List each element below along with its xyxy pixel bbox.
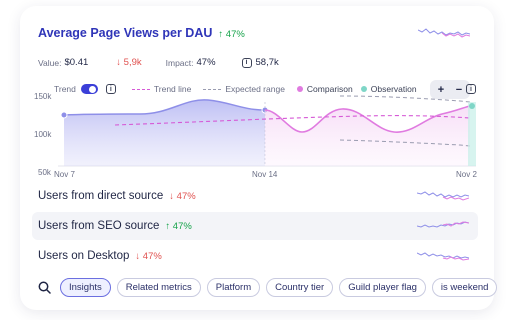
row-label: Users on Desktop [38, 250, 130, 262]
chip-related-metrics[interactable]: Related metrics [116, 277, 201, 297]
observation-band [468, 102, 476, 166]
metric-card: Average Page Views per DAU ↑ 47% Value: … [20, 6, 498, 310]
observation-point[interactable] [469, 103, 475, 109]
x-tick-label: Nov 14 [252, 170, 278, 179]
expected-range-upper [339, 95, 471, 103]
search-icon [38, 281, 51, 294]
list-item[interactable]: Users on Desktop ↓ 47% [32, 242, 478, 270]
main-series-point[interactable] [60, 111, 68, 119]
list-item[interactable]: Users from SEO source ↑ 47% [32, 212, 478, 240]
x-tick-label: Nov 7 [54, 170, 75, 179]
row-delta: ↓ 47% [135, 250, 162, 262]
chip-insights[interactable]: Insights [60, 277, 111, 297]
chip-platform[interactable]: Platform [206, 277, 261, 297]
row-label: Users from direct source [38, 190, 164, 202]
chip-guild-player-flag[interactable]: Guild player flag [339, 277, 426, 297]
row-sparkline [417, 221, 469, 228]
row-sparkline [417, 191, 469, 201]
search-button[interactable] [34, 277, 54, 297]
row-label: Users from SEO source [38, 220, 160, 232]
chip-country-tier[interactable]: Country tier [266, 277, 334, 297]
row-delta: ↓ 47% [169, 190, 196, 202]
line-chart [58, 95, 476, 167]
list-item[interactable]: Users from direct source ↓ 47% [32, 182, 478, 210]
x-tick-label: Nov 2 [456, 170, 477, 179]
chip-is-weekend[interactable]: is weekend [431, 277, 498, 297]
filter-chips: Insights Related metrics Platform Countr… [34, 277, 498, 297]
row-delta: ↑ 47% [165, 220, 192, 232]
row-sparkline [417, 252, 469, 261]
